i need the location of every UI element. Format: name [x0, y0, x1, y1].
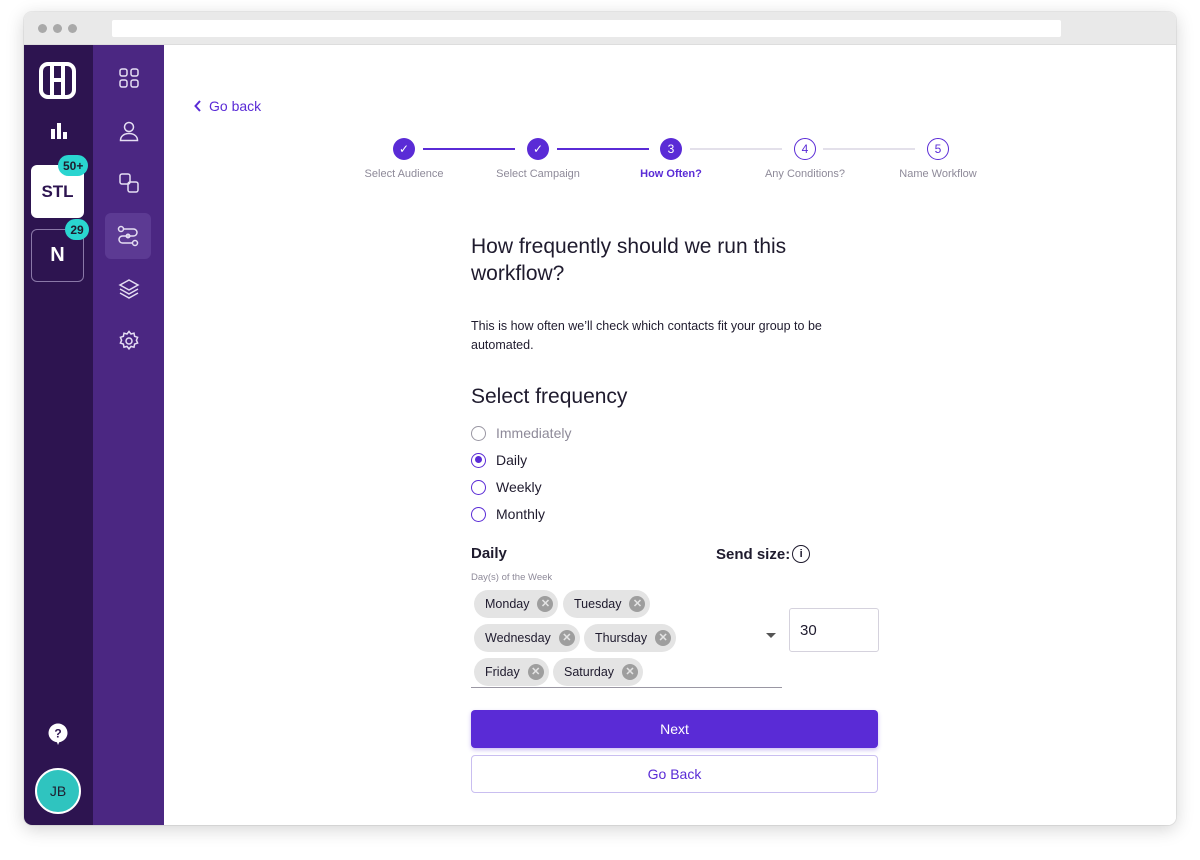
remove-chip-icon[interactable]: ✕	[655, 630, 672, 646]
help-icon[interactable]: ?	[46, 722, 70, 746]
svg-text:?: ?	[54, 727, 61, 741]
step-connector	[557, 148, 649, 150]
layers-icon[interactable]	[115, 275, 143, 303]
chip-label: Thursday	[595, 631, 648, 645]
remove-chip-icon[interactable]: ✕	[527, 664, 544, 680]
day-chip: Wednesday ✕	[474, 624, 580, 652]
step-3-circle: 3	[660, 138, 682, 160]
workspace-label: STL	[41, 181, 74, 201]
page-title: How frequently should we run this workfl…	[471, 235, 787, 285]
radio-daily[interactable]: Daily	[471, 450, 527, 470]
grid-icon[interactable]	[115, 64, 143, 92]
chip-label: Tuesday	[574, 597, 622, 611]
radio-circle	[471, 506, 486, 522]
avatar-initials: JB	[49, 783, 67, 799]
radio-circle	[471, 425, 486, 441]
notification-badge: 50+	[58, 155, 89, 176]
radio-label: Daily	[496, 452, 528, 468]
days-multiselect[interactable]: Monday ✕ Tuesday ✕ Wednesday ✕ Thursday …	[471, 589, 782, 688]
step-label: Name Workflow	[899, 168, 977, 180]
chip-label: Wednesday	[485, 631, 551, 645]
radio-circle-checked	[471, 452, 486, 468]
radio-circle	[471, 479, 486, 495]
chip-label: Saturday	[564, 665, 615, 679]
app-logo[interactable]	[39, 62, 76, 99]
remove-chip-icon[interactable]: ✕	[629, 596, 646, 612]
days-of-week-label: Day(s) of the Week	[471, 572, 553, 583]
next-label: Next	[660, 721, 689, 737]
radio-label: Monthly	[496, 506, 546, 522]
send-size-value: 30	[800, 621, 817, 639]
chevron-down-icon[interactable]	[766, 633, 776, 638]
go-back-button[interactable]: Go Back	[471, 755, 878, 793]
chip-label: Monday	[485, 597, 530, 611]
workflow-icon[interactable]	[105, 213, 151, 259]
step-4-circle: 4	[794, 138, 816, 160]
radio-label: Immediately	[496, 425, 572, 441]
send-size-input[interactable]: 30	[789, 608, 879, 652]
radio-weekly[interactable]: Weekly	[471, 477, 542, 497]
day-chip: Tuesday ✕	[563, 590, 651, 618]
go-back-button-label: Go Back	[647, 766, 702, 782]
day-chip: Friday ✕	[474, 658, 549, 686]
app-window: STL 50+ N 29 ? JB Go back ✓ Select Audie…	[24, 12, 1176, 825]
day-chip: Saturday ✕	[553, 658, 644, 686]
send-size-text: Send size:	[716, 545, 791, 563]
chip-label: Friday	[485, 665, 520, 679]
remove-chip-icon[interactable]: ✕	[537, 596, 554, 612]
analytics-icon[interactable]	[50, 121, 68, 139]
radio-immediately[interactable]: Immediately	[471, 423, 571, 443]
remove-chip-icon[interactable]: ✕	[622, 664, 639, 680]
step-label: Select Audience	[364, 168, 444, 180]
next-button[interactable]: Next	[471, 710, 878, 748]
user-icon[interactable]	[115, 117, 143, 145]
progress-stepper: ✓ Select Audience ✓ Select Campaign 3 Ho…	[364, 125, 1004, 180]
go-back-link[interactable]: Go back	[194, 98, 261, 114]
day-chip: Thursday ✕	[584, 624, 677, 652]
go-back-label: Go back	[209, 98, 262, 114]
step-label: Select Campaign	[496, 168, 580, 180]
window-dot	[68, 24, 77, 33]
chevron-left-icon	[194, 100, 201, 112]
address-bar[interactable]	[112, 20, 1061, 37]
page-description: This is how often we’ll check which cont…	[471, 319, 822, 352]
step-connector	[690, 148, 782, 150]
step-5-circle: 5	[927, 138, 949, 160]
frequency-heading: Select frequency	[471, 385, 628, 408]
day-chip: Monday ✕	[474, 590, 559, 618]
notification-badge: 29	[65, 219, 89, 240]
main-content: Go back ✓ Select Audience ✓ Select Campa…	[164, 45, 1176, 825]
window-dot	[53, 24, 62, 33]
info-icon[interactable]: i	[792, 545, 811, 563]
workspace-label: N	[50, 244, 65, 266]
section-nav	[93, 45, 164, 825]
step-2-check-icon: ✓	[527, 138, 549, 160]
browser-chrome	[24, 12, 1176, 45]
step-label: Any Conditions?	[764, 168, 846, 180]
settings-icon[interactable]	[115, 327, 143, 355]
radio-label: Weekly	[496, 479, 542, 495]
window-dot	[38, 24, 47, 33]
step-connector	[823, 148, 915, 150]
radio-monthly[interactable]: Monthly	[471, 504, 545, 524]
duplicate-icon[interactable]	[115, 169, 143, 197]
step-label-current: How Often?	[640, 168, 702, 180]
remove-chip-icon[interactable]: ✕	[558, 630, 575, 646]
send-size-label: Send size: i	[716, 545, 811, 563]
daily-heading: Daily	[471, 545, 507, 562]
step-connector	[423, 148, 515, 150]
step-1-check-icon: ✓	[393, 138, 415, 160]
workspace-rail: STL 50+ N 29 ? JB	[24, 45, 93, 825]
user-avatar[interactable]: JB	[35, 768, 81, 814]
